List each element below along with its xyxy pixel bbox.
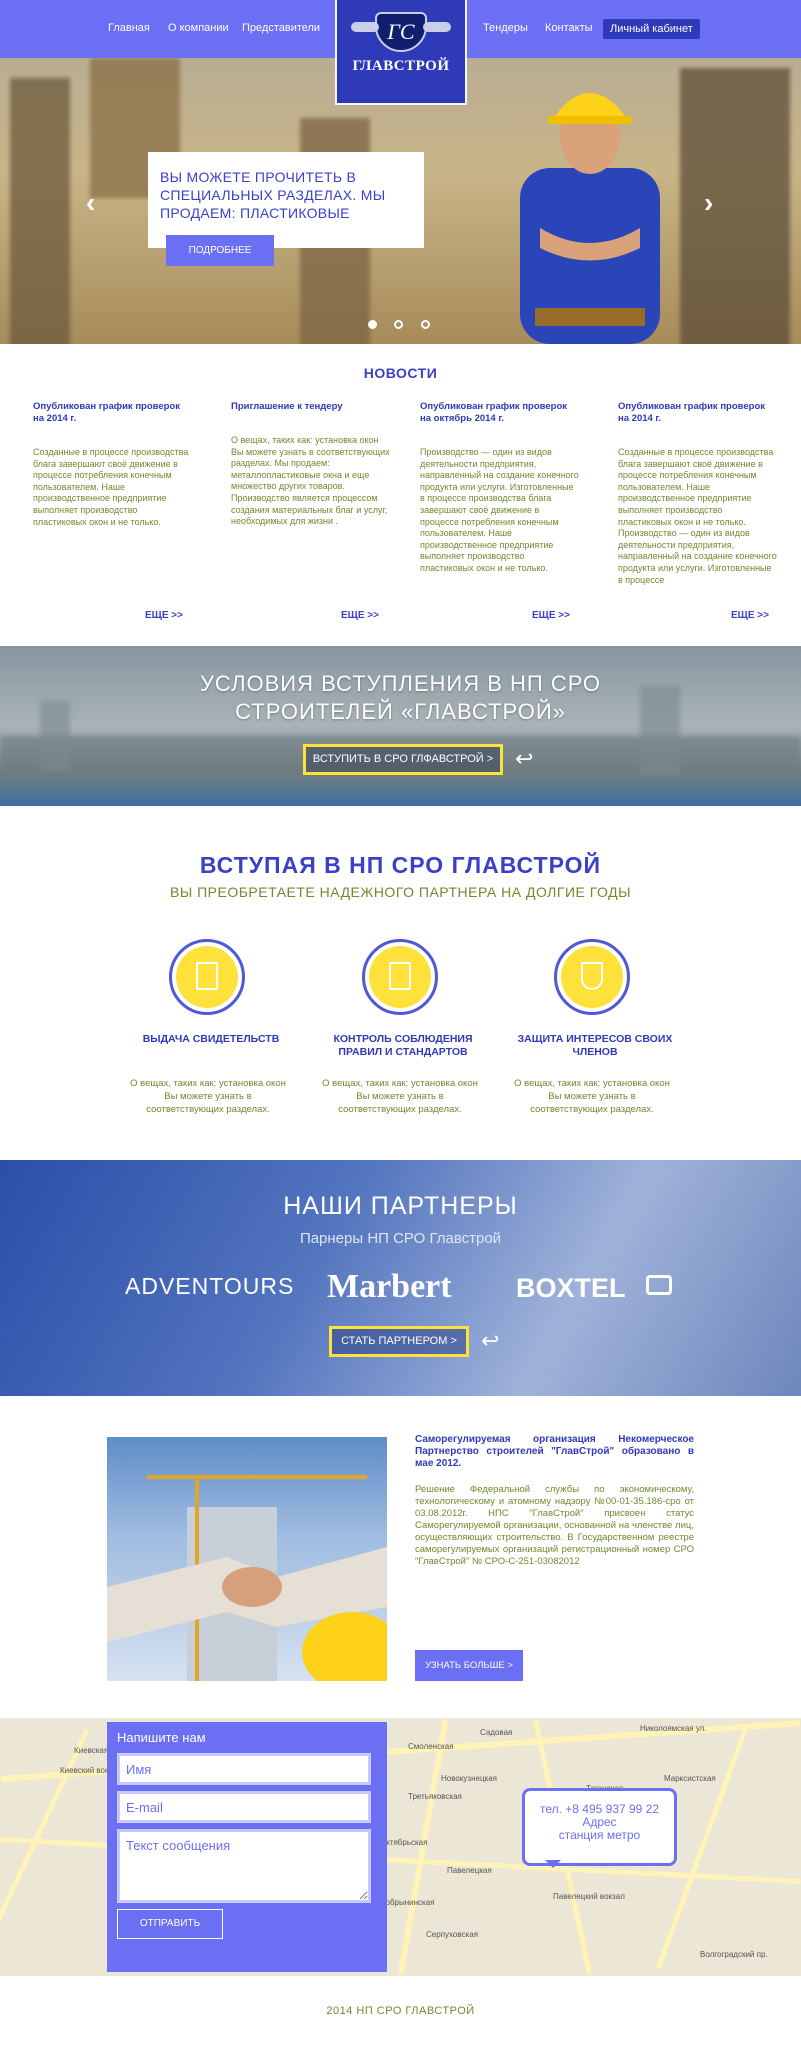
news-item: Приглашение к тендеру О вещах, таких как… (231, 401, 391, 528)
partner-logo-boxtel[interactable]: BOXTEL (516, 1273, 626, 1304)
nav-item-contacts[interactable]: Контакты (545, 22, 593, 34)
map-label: Смоленская (408, 1742, 454, 1751)
map-label: Третьяковская (408, 1792, 462, 1801)
tv-icon (646, 1275, 672, 1295)
news-item-title[interactable]: Опубликован график проверок на октябрь 2… (420, 401, 580, 425)
news-item-title[interactable]: Опубликован график проверок на 2014 г. (33, 401, 193, 425)
about-text: Решение Федеральной службы по экономичес… (415, 1484, 694, 1567)
logo-text: ГЛАВСТРОЙ (352, 58, 450, 74)
slider-dots (368, 316, 443, 334)
news-item: Опубликован график проверок на октябрь 2… (420, 401, 580, 575)
slider-prev-arrow[interactable]: ‹ (86, 188, 95, 218)
partners-banner: НАШИ ПАРТНЕРЫ Парнеры НП СРО Главстрой A… (0, 1160, 801, 1396)
personal-cabinet-button[interactable]: Личный кабинет (603, 19, 700, 39)
benefit-text: О вещах, таких как: установка окон Вы мо… (130, 1078, 286, 1115)
slider-dot-1[interactable] (368, 320, 377, 329)
partners-subtitle: Парнеры НП СРО Главстрой (299, 1230, 502, 1247)
map-label: Октябрьская (380, 1838, 428, 1847)
map-label: Марксистская (664, 1774, 716, 1783)
map-label: Киевская (74, 1746, 109, 1755)
hero-text: ВЫ МОЖЕТЕ ПРОЧИТЕТЬ В СПЕЦИАЛЬНЫХ РАЗДЕЛ… (160, 169, 386, 221)
logo-monogram: ГС (375, 12, 427, 52)
map-label: Серпуховская (426, 1930, 478, 1939)
nav-item-home[interactable]: Главная (108, 22, 150, 34)
map-label: Павелецкий вокзал (553, 1892, 625, 1901)
news-more-link[interactable]: ЕЩЕ >> (532, 610, 570, 621)
become-partner-button[interactable]: СТАТЬ ПАРТНЕРОМ > (329, 1326, 469, 1357)
join-conditions-banner: УСЛОВИЯ ВСТУПЛЕНИЯ В НП СРО СТРОИТЕЛЕЙ «… (0, 646, 801, 806)
news-item: Опубликован график проверок на 2014 г. С… (618, 401, 778, 586)
news-item-title[interactable]: Приглашение к тендеру (231, 401, 391, 413)
map-label: Садовая (480, 1728, 513, 1737)
nav-item-tenders[interactable]: Тендеры (483, 22, 528, 34)
news-item-text: Производство — один из видов деятельност… (420, 447, 579, 573)
curved-arrow-icon: ↩ (481, 1328, 500, 1353)
site-logo[interactable]: ГС ГЛАВСТРОЙ (335, 0, 467, 105)
join-title-line-2: СТРОИТЕЛЕЙ «ГЛАВСТРОЙ» (235, 699, 566, 724)
handshake-photo (107, 1437, 387, 1681)
news-more-link[interactable]: ЕЩЕ >> (145, 610, 183, 621)
benefit-title: КОНТРОЛЬ СОБЛЮДЕНИЯ ПРАВИЛ И СТАНДАРТОВ (333, 1033, 473, 1058)
logo-wing-right (423, 22, 451, 32)
news-more-link[interactable]: ЕЩЕ >> (341, 610, 379, 621)
name-field[interactable] (117, 1753, 371, 1785)
news-more-link[interactable]: ЕЩЕ >> (731, 610, 769, 621)
slider-next-arrow[interactable]: › (704, 188, 713, 218)
slider-dot-2[interactable] (394, 320, 404, 329)
email-field[interactable] (117, 1791, 371, 1823)
partners-title: НАШИ ПАРТНЕРЫ (283, 1192, 518, 1220)
news-item-text: Созданные в процессе производства блага … (33, 447, 189, 527)
page: Главная О компании Представители Тендеры… (0, 0, 801, 2048)
nav-item-representatives[interactable]: Представители (242, 22, 320, 34)
benefits-subtitle: ВЫ ПРЕОБРЕТАЕТЕ НАДЕЖНОГО ПАРТНЕРА НА ДО… (170, 884, 631, 900)
logo-wing-left (351, 22, 379, 32)
learn-more-button[interactable]: УЗНАТЬ БОЛЬШЕ > (415, 1650, 523, 1681)
join-title: УСЛОВИЯ ВСТУПЛЕНИЯ В НП СРО СТРОИТЕЛЕЙ «… (0, 670, 801, 726)
slider-dot-3[interactable] (420, 320, 430, 329)
partner-logo-marbert[interactable]: Marbert (327, 1268, 452, 1306)
send-button[interactable]: ОТПРАВИТЬ (117, 1909, 223, 1939)
benefit-title: ЗАЩИТА ИНТЕРЕСОВ СВОИХ ЧЛЕНОВ (517, 1033, 673, 1058)
news-heading: НОВОСТИ (363, 365, 438, 381)
map-label: Волгоградский пр. (700, 1950, 768, 1959)
news-item: Опубликован график проверок на 2014 г. С… (33, 401, 193, 528)
message-field[interactable] (117, 1829, 371, 1903)
partner-logo-adventours[interactable]: ADVENTOURS (125, 1273, 294, 1300)
benefit-title: ВЫДАЧА СВИДЕТЕЛЬСТВ (142, 1033, 280, 1045)
map-label: Новокузнецкая (441, 1774, 497, 1783)
benefit-text: О вещах, таких как: установка окон Вы мо… (514, 1078, 670, 1115)
map-label: Николоямская ул. (640, 1724, 707, 1733)
shield-icon (554, 939, 630, 1015)
map-label: Добрынинская (380, 1898, 435, 1907)
curved-arrow-icon: ↩ (515, 746, 534, 771)
nav-item-about[interactable]: О компании (168, 22, 229, 34)
metro-label: станция метро (558, 1828, 641, 1842)
checklist-icon (362, 939, 438, 1015)
news-item-text: О вещах, таких как: установка окон Вы мо… (231, 435, 390, 527)
certificate-icon (169, 939, 245, 1015)
benefit-text: О вещах, таких как: установка окон Вы мо… (322, 1078, 478, 1115)
hero-caption: ВЫ МОЖЕТЕ ПРОЧИТЕТЬ В СПЕЦИАЛЬНЫХ РАЗДЕЛ… (148, 152, 424, 248)
news-item-text: Созданные в процессе производства блага … (618, 447, 777, 585)
news-item-title[interactable]: Опубликован график проверок на 2014 г. (618, 401, 778, 425)
benefits-title: ВСТУПАЯ В НП СРО ГЛАВСТРОЙ (199, 852, 602, 878)
about-heading: Саморегулируемая организация Некомерческ… (415, 1434, 694, 1469)
join-sro-button[interactable]: ВСТУПИТЬ В СРО ГЛФАВСТРОЙ > (303, 744, 503, 775)
join-title-line-1: УСЛОВИЯ ВСТУПЛЕНИЯ В НП СРО (199, 671, 602, 696)
contact-form: Напишите нам ОТПРАВИТЬ (107, 1722, 387, 1972)
hero-more-button[interactable]: ПОДРОБНЕЕ (166, 235, 274, 266)
contact-form-title: Напишите нам (117, 1730, 206, 1745)
address-bubble: тел. +8 495 937 99 22 Адрес станция метр… (522, 1788, 677, 1868)
worker-photo (520, 93, 660, 344)
footer-copyright: 2014 НП СРО ГЛАВСТРОЙ (326, 2005, 475, 2017)
map-label: Павелецкая (447, 1866, 492, 1875)
